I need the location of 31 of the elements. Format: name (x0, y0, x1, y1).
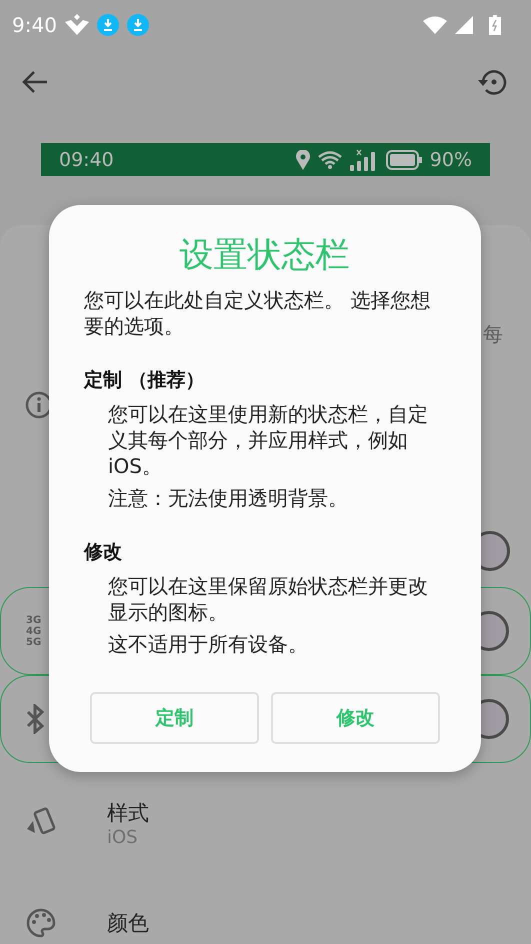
option-heading: 修改 (84, 540, 123, 565)
palette-icon (25, 907, 57, 939)
setting-title: 样式 (107, 800, 149, 826)
setting-text: 每 (483, 321, 503, 348)
option-button[interactable]: 修改 (271, 692, 440, 744)
app-icon (64, 14, 89, 36)
back-button[interactable] (22, 70, 48, 94)
status-time: 9:40 (12, 13, 57, 37)
bluetooth-icon (26, 704, 44, 734)
battery-icon (489, 15, 501, 35)
battery-percentage: 90% (430, 148, 472, 170)
signal-icon (455, 16, 473, 34)
option-description: 您可以在这里保留原始状态栏并更改显示的图标。 (108, 573, 429, 625)
dialog-title: 设置状态栏 (178, 235, 350, 275)
option-note: 注意：无法使用透明背景。 (108, 485, 349, 511)
battery-icon (386, 150, 422, 170)
preview-time: 09:40 (59, 148, 114, 170)
option-description: 您可以在这里使用新的状态栏，自定义其每个部分，并应用样式，例如iOS。 (108, 401, 429, 479)
option-note: 这不适用于所有设备。 (108, 631, 309, 657)
signal-icon (350, 148, 378, 170)
download-icon (126, 14, 149, 36)
network-type-labels: 3G 4G 5G (26, 614, 42, 648)
location-icon (296, 150, 310, 170)
option-button[interactable]: 定制 (90, 692, 259, 744)
setting-value: iOS (107, 826, 139, 848)
wifi-icon (423, 16, 447, 34)
wifi-icon (318, 150, 342, 168)
option-heading: 定制 （推荐） (84, 368, 206, 393)
download-icon (96, 14, 119, 36)
setting-title: 颜色 (107, 910, 149, 937)
dialog-intro: 您可以在此处自定义状态栏。 选择您想要的选项。 (84, 287, 432, 339)
